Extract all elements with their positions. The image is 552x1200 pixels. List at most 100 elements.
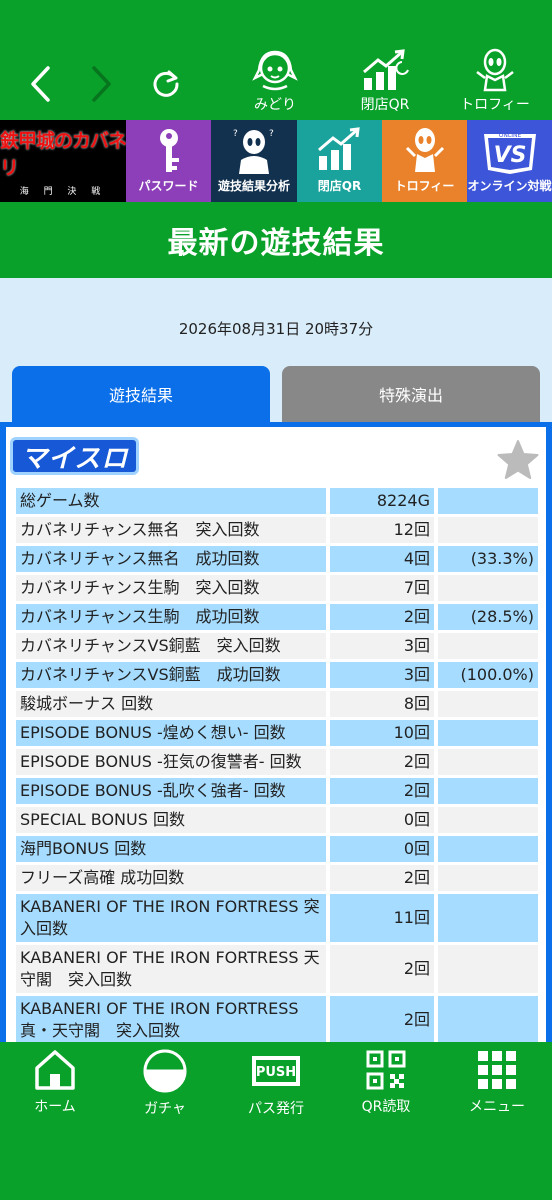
stat-rate: (100.0%) [434, 662, 538, 688]
chart-up-icon [363, 49, 409, 90]
stat-label: 駿城ボーナス 回数 [16, 691, 326, 717]
stat-value: 2回 [326, 945, 434, 993]
trophy-character-icon [476, 48, 514, 92]
nav-home[interactable]: ホーム [5, 1048, 105, 1116]
character-icon [252, 50, 298, 91]
top-bar: みどり 閉店QR トロフィー [0, 0, 552, 120]
stat-value: 3回 [326, 633, 434, 659]
nav-pass-issue[interactable]: PUSH パス発行 [226, 1048, 326, 1118]
page-title: 最新の遊技結果 [167, 226, 385, 261]
svg-text:VS: VS [493, 143, 526, 168]
chart-up-icon [317, 127, 360, 170]
table-row: 総ゲーム数 8224G [16, 488, 538, 514]
stat-rate: (28.5%) [434, 604, 538, 630]
stat-label: 海門BONUS 回数 [16, 836, 326, 862]
table-row: 駿城ボーナス 回数 8回 [16, 691, 538, 717]
table-row: EPISODE BONUS -煌めく想い- 回数 10回 [16, 720, 538, 746]
stat-value: 2回 [326, 604, 434, 630]
table-row: カバネリチャンス生駒 突入回数 7回 [16, 575, 538, 601]
stat-value: 12回 [326, 517, 434, 543]
stat-label: カバネリチャンスVS銅藍 成功回数 [16, 662, 326, 688]
stat-label: KABANERI OF THE IRON FORTRESS 真・天守閣 突入回数 [16, 996, 326, 1042]
stat-value: 8224G [326, 488, 434, 514]
nav-menu[interactable]: メニュー [447, 1048, 547, 1116]
trophy-character-icon [405, 128, 444, 172]
stat-rate [434, 865, 538, 891]
tile-password[interactable]: パスワード [126, 120, 211, 202]
stat-label: 総ゲーム数 [16, 488, 326, 514]
nav-gacha[interactable]: ガチャ [115, 1048, 215, 1118]
table-row: カバネリチャンス無名 成功回数 4回 (33.3%) [16, 546, 538, 572]
table-row: フリーズ高確 成功回数 2回 [16, 865, 538, 891]
game-logo-text: 鉄甲城のカバネリ [0, 129, 127, 179]
table-row: KABANERI OF THE IRON FORTRESS 真・天守閣 突入回数… [16, 996, 538, 1042]
reload-icon [153, 70, 179, 97]
top-item-trophy[interactable]: トロフィー [450, 48, 540, 118]
table-row: EPISODE BONUS -乱吹く強者- 回数 2回 [16, 778, 538, 804]
bottom-nav: ホーム ガチャ PUSH パス発行 QR読取 メニュー [0, 1042, 552, 1200]
forward-button[interactable] [80, 62, 124, 106]
stat-rate [434, 836, 538, 862]
table-row: KABANERI OF THE IRON FORTRESS 天守閣 突入回数 2… [16, 945, 538, 993]
page-title-bar: 最新の遊技結果 [0, 202, 552, 278]
top-item-midori[interactable]: みどり [230, 48, 320, 118]
tab-play-results[interactable]: 遊技結果 [12, 366, 270, 422]
nav-qr-scan[interactable]: QR読取 [336, 1048, 436, 1116]
top-item-label: 閉店QR [360, 97, 410, 113]
star-icon [497, 440, 539, 479]
stat-label: SPECIAL BONUS 回数 [16, 807, 326, 833]
tile-online-battle[interactable]: VS ONLINE オンライン対戦 [467, 120, 552, 202]
nav-label: パス発行 [248, 1101, 304, 1117]
back-button[interactable] [18, 62, 62, 106]
reload-button[interactable] [144, 62, 188, 106]
table-row: SPECIAL BONUS 回数 0回 [16, 807, 538, 833]
table-row: カバネリチャンス生駒 成功回数 2回 (28.5%) [16, 604, 538, 630]
tab-special-effects[interactable]: 特殊演出 [282, 366, 540, 422]
stat-value: 0回 [326, 807, 434, 833]
feature-banner: 鉄甲城のカバネリ 海 門 決 戦 パスワード ? ? 遊技結果分析 閉店QR ト… [0, 120, 552, 202]
tile-trophy[interactable]: トロフィー [382, 120, 467, 202]
key-icon [159, 129, 179, 172]
tile-analysis[interactable]: ? ? 遊技結果分析 [211, 120, 297, 202]
table-row: KABANERI OF THE IRON FORTRESS 突入回数 11回 [16, 894, 538, 942]
myslo-logo: マイスロ [10, 437, 140, 475]
stat-rate [434, 575, 538, 601]
stat-rate [434, 749, 538, 775]
stat-value: 3回 [326, 662, 434, 688]
chevron-right-icon [92, 66, 111, 102]
stat-value: 2回 [326, 996, 434, 1042]
stat-label: カバネリチャンス生駒 成功回数 [16, 604, 326, 630]
stat-value: 11回 [326, 894, 434, 942]
svg-text:ONLINE: ONLINE [498, 132, 521, 139]
favorite-button[interactable] [496, 439, 540, 485]
stat-value: 2回 [326, 778, 434, 804]
stat-label: KABANERI OF THE IRON FORTRESS 天守閣 突入回数 [16, 945, 326, 993]
results-panel: マイスロ 総ゲーム数 8224G カバネリチャンス無名 突入回数 12回 カバネ… [0, 422, 552, 1042]
stat-label: カバネリチャンス生駒 突入回数 [16, 575, 326, 601]
stat-label: EPISODE BONUS -煌めく想い- 回数 [16, 720, 326, 746]
tile-label: パスワード [138, 179, 199, 193]
stat-value: 10回 [326, 720, 434, 746]
top-item-label: みどり [254, 97, 296, 113]
top-item-close-qr[interactable]: 閉店QR [340, 48, 430, 118]
stat-rate [434, 996, 538, 1042]
stat-value: 0回 [326, 836, 434, 862]
stat-rate [434, 488, 538, 514]
results-header: 2026年08月31日 20時37分 遊技結果 特殊演出 [0, 278, 552, 424]
qr-code-icon [366, 1050, 406, 1090]
table-row: 海門BONUS 回数 0回 [16, 836, 538, 862]
home-icon [35, 1050, 75, 1090]
stat-label: EPISODE BONUS -乱吹く強者- 回数 [16, 778, 326, 804]
nav-label: ホーム [34, 1099, 76, 1115]
stat-rate [434, 807, 538, 833]
svg-text:?: ? [233, 129, 238, 139]
table-row: カバネリチャンス無名 突入回数 12回 [16, 517, 538, 543]
game-subtitle: 海 門 決 戦 [19, 186, 107, 197]
stat-value: 4回 [326, 546, 434, 572]
nav-label: メニュー [469, 1099, 525, 1115]
table-row: EPISODE BONUS -狂気の復讐者- 回数 2回 [16, 749, 538, 775]
tile-close-qr[interactable]: 閉店QR [297, 120, 382, 202]
game-banner[interactable]: 鉄甲城のカバネリ 海 門 決 戦 [0, 120, 127, 202]
top-item-label: トロフィー [460, 97, 530, 113]
svg-text:?: ? [269, 129, 274, 139]
